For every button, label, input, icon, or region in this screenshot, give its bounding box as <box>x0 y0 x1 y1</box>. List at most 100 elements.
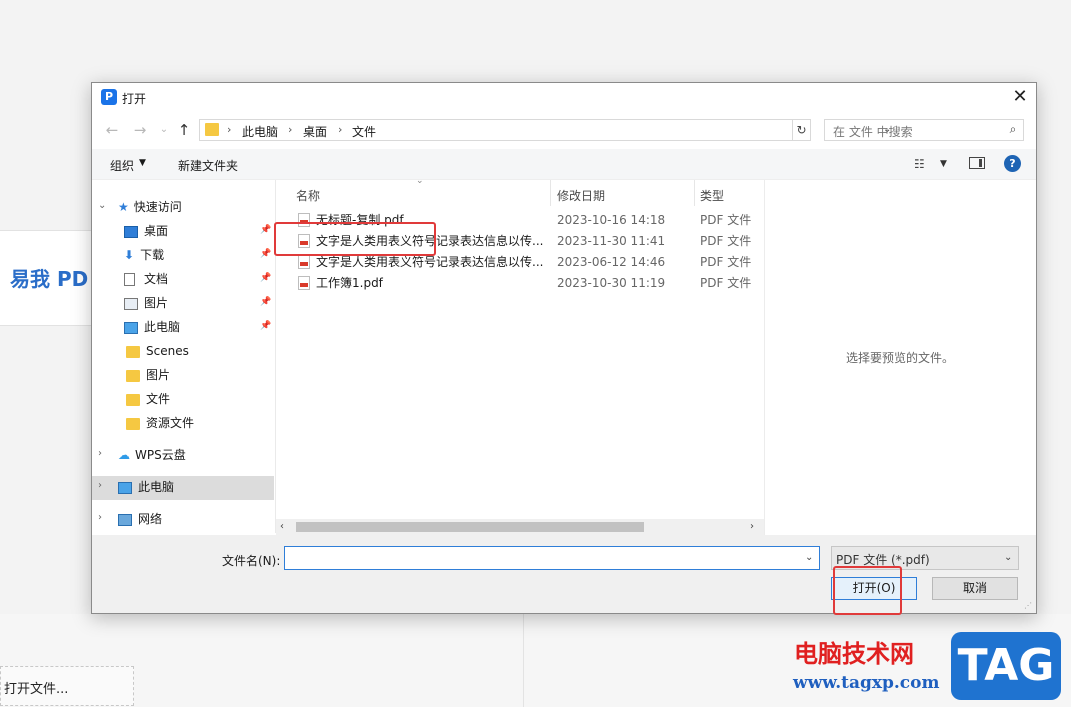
recent-locations-icon[interactable]: ⌄ <box>155 121 173 139</box>
dialog-title: 打开 <box>122 92 147 106</box>
nav-item-label: 快速访问 <box>133 200 182 214</box>
folder-icon <box>126 345 140 358</box>
expand-arrow-icon[interactable]: › <box>98 480 102 491</box>
back-icon[interactable]: ← <box>103 121 121 139</box>
pin-icon[interactable]: 📌 <box>260 249 271 259</box>
scrollbar-thumb[interactable] <box>296 522 644 532</box>
scroll-left-icon[interactable]: ‹ <box>280 519 284 535</box>
column-separator[interactable] <box>694 180 695 206</box>
nav-item-this-pc[interactable]: 此电脑 <box>118 476 174 498</box>
expand-arrow-icon[interactable]: › <box>98 512 102 523</box>
nav-item-label: 图片 <box>144 296 169 310</box>
nav-item-desktop[interactable]: 桌面 <box>124 220 168 242</box>
scroll-right-icon[interactable]: › <box>750 519 754 535</box>
background-divider <box>523 614 524 707</box>
pdf-file-icon <box>298 255 310 269</box>
breadcrumb-files[interactable]: 文件 <box>352 123 376 140</box>
watermark-url: www.tagxp.com <box>793 673 940 693</box>
annotation-highlight-file <box>274 222 436 256</box>
search-icon[interactable]: ⌕ <box>1005 122 1021 138</box>
file-name: 工作簿1.pdf <box>316 276 383 290</box>
cloud-icon: ☁ <box>118 448 130 462</box>
nav-item-label: 资源文件 <box>146 416 195 430</box>
column-header-name[interactable]: 名称 <box>296 187 320 204</box>
nav-item-label: Scenes <box>146 344 189 358</box>
breadcrumb-desktop[interactable]: 桌面 <box>303 123 327 140</box>
nav-item-resources-folder[interactable]: 资源文件 <box>126 412 194 434</box>
nav-item-label: 文档 <box>144 272 169 286</box>
nav-item-label: 文件 <box>146 392 171 406</box>
folder-icon <box>126 393 140 406</box>
file-row[interactable]: 工作簿1.pdf 2023-10-30 11:19 PDF 文件 <box>276 273 764 294</box>
nav-item-label: WPS云盘 <box>135 448 186 462</box>
chevron-right-icon[interactable]: › <box>227 123 231 136</box>
filename-input[interactable]: ⌄ <box>284 546 820 570</box>
column-separator[interactable] <box>550 180 551 206</box>
search-placeholder: 在 文件 中搜索 <box>833 125 913 139</box>
nav-item-label: 网络 <box>138 512 163 526</box>
horizontal-scrollbar[interactable]: ‹ › <box>276 519 764 535</box>
preview-divider <box>764 180 765 535</box>
file-type: PDF 文件 <box>700 213 752 227</box>
chevron-right-icon[interactable]: › <box>288 123 292 136</box>
star-icon: ★ <box>118 200 129 214</box>
address-bar[interactable]: › 此电脑 › 桌面 › 文件 ⌄ <box>199 119 891 141</box>
toolbar: 组织 ▼ 新建文件夹 ☷ ▼ ? <box>92 149 1036 180</box>
nav-item-label: 图片 <box>146 368 171 382</box>
preview-pane-icon[interactable] <box>969 157 985 169</box>
sort-indicator-icon: ⌄ <box>416 176 424 186</box>
pin-icon[interactable]: 📌 <box>260 321 271 331</box>
column-header-date[interactable]: 修改日期 <box>557 187 605 204</box>
annotation-highlight-open-button <box>833 566 902 615</box>
nav-item-files-folder[interactable]: 文件 <box>126 388 170 410</box>
caret-down-icon[interactable]: ▼ <box>139 158 146 168</box>
pin-icon[interactable]: 📌 <box>260 273 271 283</box>
preview-message: 选择要预览的文件。 <box>846 351 955 365</box>
view-options-icon[interactable]: ☷ <box>914 157 925 171</box>
folder-icon <box>126 417 140 430</box>
picture-icon <box>124 297 138 310</box>
breadcrumb-this-pc[interactable]: 此电脑 <box>242 123 278 140</box>
search-input[interactable]: 在 文件 中搜索 ⌕ <box>824 119 1024 141</box>
pdf-file-icon <box>298 276 310 290</box>
open-file-dialog: P 打开 ✕ ← → ⌄ ↑ › 此电脑 › 桌面 › 文件 ⌄ ↻ 在 文件 … <box>91 82 1037 614</box>
up-icon[interactable]: ↑ <box>175 121 193 139</box>
nav-item-network[interactable]: 网络 <box>118 508 162 530</box>
resize-grip-icon[interactable]: ⋰ <box>1024 601 1032 610</box>
file-date: 2023-10-30 11:19 <box>557 276 666 290</box>
network-icon <box>118 513 132 526</box>
chevron-down-icon[interactable]: ⌄ <box>805 552 813 563</box>
download-icon: ⬇ <box>124 248 135 262</box>
forward-icon[interactable]: → <box>131 121 149 139</box>
filename-label: 文件名(N): <box>222 554 281 568</box>
computer-icon <box>118 481 132 494</box>
chevron-right-icon[interactable]: › <box>338 123 342 136</box>
refresh-icon[interactable]: ↻ <box>793 119 811 141</box>
navigation-tree: ⌄ ★ 快速访问 桌面 📌 ⬇ 下载 📌 文档 📌 图片 📌 此电脑 📌 Scene… <box>92 180 274 535</box>
nav-item-pictures[interactable]: 图片 <box>124 292 168 314</box>
nav-item-downloads[interactable]: ⬇ 下载 <box>124 244 164 266</box>
expand-arrow-icon[interactable]: › <box>98 448 102 459</box>
nav-item-quick-access[interactable]: ★ 快速访问 <box>118 196 182 218</box>
help-icon[interactable]: ? <box>1004 155 1021 172</box>
open-file-label[interactable]: 打开文件... <box>4 678 68 697</box>
expand-arrow-icon[interactable]: ⌄ <box>98 200 106 211</box>
column-header-type[interactable]: 类型 <box>700 187 724 204</box>
new-folder-button[interactable]: 新建文件夹 <box>178 157 238 174</box>
nav-item-scenes[interactable]: Scenes <box>126 340 189 362</box>
pin-icon[interactable]: 📌 <box>260 297 271 307</box>
document-icon <box>124 273 135 286</box>
file-type: PDF 文件 <box>700 234 752 248</box>
nav-item-wps-cloud[interactable]: ☁ WPS云盘 <box>118 444 186 466</box>
nav-item-documents[interactable]: 文档 <box>124 268 168 290</box>
folder-icon <box>205 123 219 136</box>
file-date: 2023-11-30 11:41 <box>557 234 666 248</box>
chevron-down-icon[interactable]: ⌄ <box>1004 552 1012 563</box>
caret-down-icon[interactable]: ▼ <box>940 159 947 169</box>
cancel-button[interactable]: 取消 <box>932 577 1018 600</box>
nav-item-pictures-folder[interactable]: 图片 <box>126 364 170 386</box>
nav-item-this-pc-quick[interactable]: 此电脑 <box>124 316 180 338</box>
organize-button[interactable]: 组织 <box>110 157 134 174</box>
close-icon[interactable]: ✕ <box>1006 85 1034 109</box>
pin-icon[interactable]: 📌 <box>260 225 271 235</box>
